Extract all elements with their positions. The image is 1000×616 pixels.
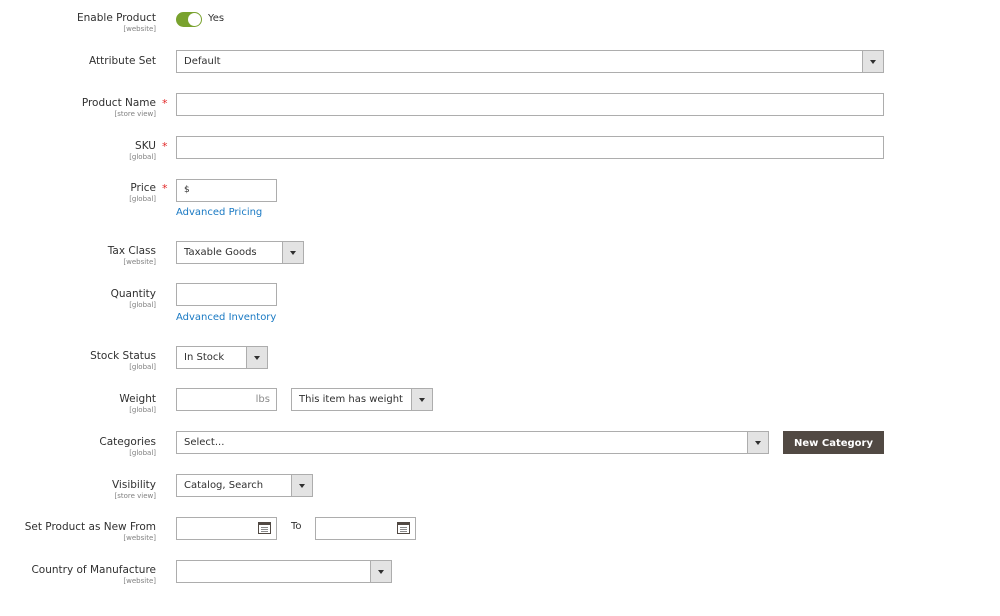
new-category-button[interactable]: New Category xyxy=(783,431,884,454)
visibility-label: Visibility [store view] xyxy=(111,479,156,500)
weight-input[interactable]: lbs xyxy=(176,388,277,411)
categories-select[interactable]: Select... xyxy=(176,431,769,454)
stock-status-select[interactable]: In Stock xyxy=(176,346,268,369)
price-input[interactable]: $ xyxy=(176,179,277,202)
chevron-down-icon[interactable] xyxy=(246,347,267,368)
chevron-down-icon[interactable] xyxy=(862,51,883,72)
sku-label: SKU [global] xyxy=(129,140,156,161)
chevron-down-icon[interactable] xyxy=(291,475,312,496)
tax-class-label: Tax Class [website] xyxy=(107,245,156,266)
price-label: Price [global] xyxy=(129,182,156,203)
chevron-down-icon[interactable] xyxy=(747,432,768,453)
weight-unit: lbs xyxy=(255,394,270,405)
weight-type-select[interactable]: This item has weight xyxy=(291,388,433,411)
enable-product-toggle[interactable] xyxy=(176,12,202,27)
chevron-down-icon[interactable] xyxy=(370,561,391,582)
chevron-down-icon[interactable] xyxy=(411,389,432,410)
attribute-set-label: Attribute Set xyxy=(89,55,156,67)
enable-product-value: Yes xyxy=(208,13,225,24)
chevron-down-icon[interactable] xyxy=(282,242,303,263)
sku-input[interactable] xyxy=(176,136,884,159)
new-from-date-input[interactable] xyxy=(176,517,277,540)
quantity-input[interactable] xyxy=(176,283,277,306)
new-to-date-input[interactable] xyxy=(315,517,416,540)
country-label: Country of Manufacture [website] xyxy=(31,564,156,585)
product-name-label: Product Name [store view] xyxy=(81,97,156,118)
attribute-set-select[interactable]: Default xyxy=(176,50,884,73)
weight-label: Weight [global] xyxy=(119,393,156,414)
required-icon: * xyxy=(162,97,168,110)
categories-label: Categories [global] xyxy=(99,436,156,457)
required-icon: * xyxy=(162,140,168,153)
new-from-label: Set Product as New From [website] xyxy=(24,521,156,542)
advanced-pricing-link[interactable]: Advanced Pricing xyxy=(176,207,262,218)
currency-prefix: $ xyxy=(184,185,190,195)
enable-product-label: Enable Product [website] xyxy=(77,12,156,33)
calendar-icon[interactable] xyxy=(258,522,271,534)
toggle-knob xyxy=(188,13,201,26)
calendar-icon[interactable] xyxy=(397,522,410,534)
required-icon: * xyxy=(162,182,168,195)
visibility-select[interactable]: Catalog, Search xyxy=(176,474,313,497)
tax-class-select[interactable]: Taxable Goods xyxy=(176,241,304,264)
to-label: To xyxy=(291,521,302,532)
quantity-label: Quantity [global] xyxy=(110,288,156,309)
country-select[interactable] xyxy=(176,560,392,583)
advanced-inventory-link[interactable]: Advanced Inventory xyxy=(176,312,276,323)
stock-status-label: Stock Status [global] xyxy=(90,350,156,371)
product-name-input[interactable] xyxy=(176,93,884,116)
